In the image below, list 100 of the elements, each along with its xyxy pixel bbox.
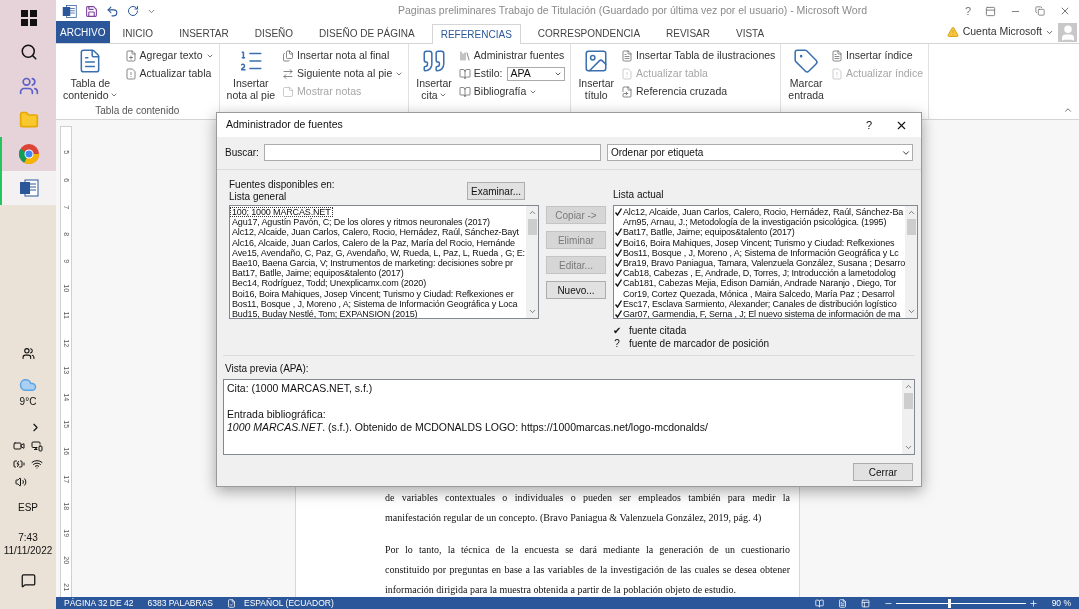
list-item[interactable]: Boi16, Boira Mahiques, Josep Vincent; Turismo y Ciudad: Refkexiones bbox=[623, 237, 895, 248]
ribbon-large-button[interactable]: Marcar entrada bbox=[786, 48, 826, 105]
undo-icon[interactable] bbox=[106, 4, 119, 18]
list-item[interactable]: Bos11, Bosque , J, Moreno , A; Sistema de Información Geográfica y Loca bbox=[230, 298, 520, 310]
list-item[interactable]: Bra19, Bravo Paniagua, Tamara, Valenzuela González, Susana ; Desarro bbox=[623, 257, 906, 269]
list-item[interactable]: Bos11, Bosque , J, Moreno , A; Sistema de Información Geográfica y Lc bbox=[623, 247, 899, 258]
zoom-in-icon[interactable] bbox=[1028, 598, 1038, 608]
list-item[interactable]: Alc12, Alcaide, Juan Carlos, Calero, Rocio, Hernádez, Raúl, Sánchez-Ba bbox=[623, 207, 904, 218]
clock-time[interactable]: 7:43 bbox=[18, 531, 38, 544]
ribbon-tab[interactable]: DISEÑO bbox=[245, 24, 303, 43]
scroll-down-icon[interactable] bbox=[906, 307, 916, 316]
browse-button[interactable]: Examinar... bbox=[467, 182, 525, 200]
ribbon-tab[interactable]: CORRESPONDENCIA bbox=[528, 24, 650, 43]
scrollbar[interactable] bbox=[905, 206, 918, 318]
list-item[interactable]: Boi16, Boira Mahiques, Josep Vincent; Turismo y Ciudad: Refkexiones er bbox=[230, 288, 516, 299]
screen-icon[interactable] bbox=[31, 440, 43, 452]
language-status[interactable]: ESPAÑOL (ECUADOR) bbox=[244, 596, 334, 609]
list-item[interactable]: Esc17, Esclava Sarmiento, Alexander; Canales de distribución logístico bbox=[623, 298, 897, 309]
scroll-up-icon[interactable] bbox=[527, 208, 537, 217]
ribbon-button[interactable]: Bibliografía bbox=[458, 84, 566, 100]
list-item[interactable]: Cor19, Cortez Quezada, Mónica , Maira Salcedo, María Paz ; Desarrol bbox=[623, 288, 895, 299]
dialog-button[interactable]: Nuevo... bbox=[546, 281, 606, 299]
list-item[interactable]: Alc12, Alcaide, Juan Carlos, Calero, Rocio, Hernádez, Raúl, Sánchez-Bayt bbox=[230, 227, 521, 238]
redo-icon[interactable] bbox=[127, 5, 139, 17]
list-item[interactable]: Bat17, Batlle, Jaime; equipos&talento (2017) bbox=[623, 227, 795, 238]
input-language[interactable]: ESP bbox=[18, 500, 38, 515]
list-item[interactable]: Gar07, Garmendia, F, Serna , J; El nuevo sistema de información de ma bbox=[623, 308, 901, 318]
restore-icon[interactable] bbox=[1035, 6, 1045, 16]
style-select[interactable]: APA bbox=[507, 67, 566, 81]
ribbon-button[interactable]: Insertar nota al final bbox=[282, 48, 404, 64]
people-icon[interactable] bbox=[21, 347, 35, 360]
sort-select[interactable]: Ordenar por etiqueta bbox=[606, 144, 913, 161]
list-item[interactable]: Ave15, Avendaño, C, Paz, G, Avendaño, W, Rueda, L, Paz, L, Rueda , G; E: bbox=[230, 247, 526, 258]
save-icon[interactable] bbox=[85, 4, 98, 18]
scroll-down-icon[interactable] bbox=[527, 307, 537, 316]
file-tab[interactable]: ARCHIVO bbox=[56, 21, 110, 43]
page-alert-icon bbox=[621, 68, 634, 80]
dialog-title: Administrador de fuentes bbox=[226, 117, 344, 133]
search-field[interactable] bbox=[264, 144, 601, 161]
entry-text: 1000 MARCAS.NET. (s.f.). Obtenido de MCDONALDS LOGO: https://1000marcas.net/logo-mcdonalds/ bbox=[227, 421, 709, 434]
ribbon-large-button[interactable]: Insertar título bbox=[576, 48, 617, 105]
camera-icon[interactable] bbox=[13, 440, 25, 452]
ribbon-button[interactable]: Estilo: APA bbox=[458, 66, 566, 82]
scroll-down-icon[interactable] bbox=[903, 443, 913, 452]
account-button[interactable]: Cuenta Microsoft bbox=[962, 24, 1054, 40]
ribbon-large-button[interactable]: Insertar nota al pie bbox=[224, 48, 278, 105]
folder-icon bbox=[19, 110, 39, 130]
ribbon-button[interactable]: Siguiente nota al pie bbox=[282, 66, 404, 82]
ribbon-large-button[interactable]: Insertar cita bbox=[414, 48, 454, 105]
scroll-up-icon[interactable] bbox=[906, 208, 916, 217]
list-item[interactable]: Bat17, Batlle, Jaime; equipos&talento (2017) bbox=[230, 268, 406, 279]
ribbon-tab[interactable]: INSERTAR bbox=[170, 24, 238, 43]
list-item[interactable]: 100; 1000 MARCAS.NET bbox=[230, 207, 333, 218]
list-item[interactable]: Arn95, Arnau, J.; Metodología de la investigación psicológica. (1995) bbox=[623, 217, 887, 228]
taskbar-button[interactable] bbox=[0, 171, 56, 205]
ribbon-button[interactable]: Insertar Tabla de ilustraciones bbox=[621, 48, 776, 64]
close-button[interactable]: Cerrar bbox=[853, 463, 913, 481]
battery-icon[interactable] bbox=[13, 458, 25, 470]
warning-icon bbox=[946, 26, 959, 38]
word-count[interactable]: 6383 PALABRAS bbox=[147, 596, 213, 609]
wifi-icon[interactable] bbox=[31, 458, 43, 470]
help-button[interactable]: ? bbox=[964, 2, 971, 20]
scroll-up-icon[interactable] bbox=[903, 382, 913, 391]
list-item[interactable]: Bud15, Buday Nestlé, Tom; EXPANSION (2015) bbox=[230, 309, 420, 318]
ribbon-tab[interactable]: VISTA bbox=[726, 24, 774, 43]
read-mode-icon[interactable] bbox=[814, 598, 824, 608]
list-item[interactable]: Agu17, Agustín Pavón, C; De los olores y ritmos neuronales (2017) bbox=[230, 217, 492, 228]
scroll-thumb[interactable] bbox=[906, 219, 916, 235]
ribbon-tab[interactable]: DISEÑO DE PÁGINA bbox=[310, 24, 424, 43]
list-item[interactable]: Cab18, Cabezas , E, Andrade, D, Torres, J; Introducción a lametodolog bbox=[623, 268, 896, 279]
print-layout-icon[interactable] bbox=[837, 598, 847, 608]
clock-date[interactable]: 11/11/2022 bbox=[3, 544, 53, 557]
volume-icon[interactable] bbox=[15, 476, 27, 488]
scroll-thumb[interactable] bbox=[527, 219, 537, 235]
ribbon-button[interactable]: Insertar índice bbox=[830, 48, 923, 64]
ribbon-tab[interactable]: INICIO bbox=[113, 24, 163, 43]
ribbon-button[interactable]: Agregar texto bbox=[124, 48, 214, 64]
ribbon-tab[interactable]: REVISAR bbox=[657, 24, 719, 43]
ribbon-display-icon[interactable] bbox=[985, 5, 996, 17]
help-button[interactable]: ? bbox=[857, 116, 881, 134]
scrollbar[interactable] bbox=[902, 380, 914, 454]
page-count[interactable]: PÁGINA 32 DE 42 bbox=[64, 596, 134, 609]
notifications-icon[interactable] bbox=[20, 573, 36, 588]
zoom-thumb[interactable] bbox=[947, 598, 951, 608]
ribbon-large-button[interactable]: Tabla de contenido bbox=[61, 48, 120, 103]
list-item[interactable]: Cab181, Cabezas Mejia, Edison Damián, Andrade Naranjo , Diego, Tor bbox=[623, 278, 897, 289]
collapse-ribbon-icon[interactable] bbox=[1063, 105, 1073, 115]
list-item[interactable]: Bae10, Baena Garcia, V; Instrumentos de marketing: decisiones sobre pr bbox=[230, 258, 515, 269]
proofing-icon[interactable] bbox=[227, 598, 236, 608]
scrollbar[interactable] bbox=[526, 206, 538, 318]
zoom-level[interactable]: 90 % bbox=[1051, 596, 1071, 609]
ribbon-button[interactable]: Administrar fuentes bbox=[458, 48, 566, 64]
web-layout-icon[interactable] bbox=[860, 598, 870, 608]
ribbon-button[interactable]: Actualizar tabla bbox=[124, 66, 214, 82]
list-item[interactable]: Bec14, Rodríguez, Todd; Unexplicamx.com (2020) bbox=[230, 278, 429, 289]
caret-icon bbox=[438, 91, 447, 99]
scroll-thumb[interactable] bbox=[903, 393, 913, 409]
ribbon-button[interactable]: Referencia cruzada bbox=[621, 84, 776, 100]
ribbon-tab[interactable]: REFERENCIAS bbox=[431, 24, 521, 44]
list-item[interactable]: Alc16, Alcaide, Juan Carlos, Calero de la Paz, María del Rocio, Hernánde bbox=[230, 237, 517, 248]
